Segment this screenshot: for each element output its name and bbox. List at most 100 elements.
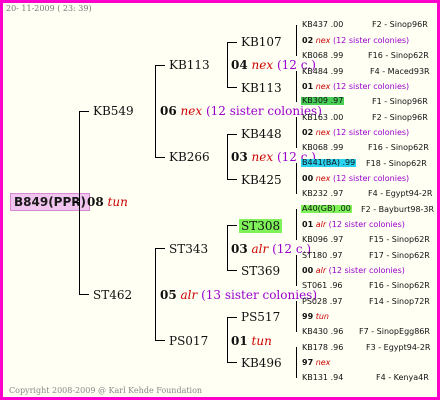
gen4-summary: 97 nex (302, 359, 330, 367)
connector (227, 225, 237, 226)
gen1-node[interactable]: KB549 (93, 105, 134, 117)
gen2-code: alr (251, 242, 269, 256)
gen4-val: .00 (330, 20, 344, 29)
gen4-summary: 02 nex (12 sister colonies) (302, 129, 409, 137)
gen4-note: (12 sister colonies) (332, 82, 410, 91)
gen4-id: KB437 (302, 20, 329, 29)
gen3-node[interactable]: KB425 (241, 174, 282, 186)
connector (227, 134, 237, 135)
connector (227, 42, 237, 43)
gen4-entry[interactable]: KB430 .96 (302, 328, 343, 336)
gen2-node[interactable]: ST343 (169, 243, 208, 255)
gen4-count: 02 (302, 128, 314, 137)
gen4-entry[interactable]: A40(GB) .00 (301, 205, 352, 213)
gen4-code: nex (315, 358, 331, 367)
gen4-val: .97 (330, 189, 344, 198)
gen4-id: KB430 (302, 327, 329, 336)
connector (227, 134, 228, 180)
gen4-code: alr (315, 266, 327, 275)
gen4-entry[interactable]: ST180 .97 (302, 252, 343, 260)
gen4-loc: F15 - Sinop62R (369, 235, 430, 244)
gen3-node[interactable]: KB448 (241, 128, 282, 140)
gen2-node[interactable]: PS017 (169, 335, 208, 347)
connector (227, 362, 237, 363)
gen4-loc: F4 - Maced93R (370, 67, 430, 76)
gen2-code: tun (251, 334, 272, 348)
gen4-val: .96 (330, 343, 344, 352)
connector (296, 209, 297, 240)
gen4-loc: F16 - Sinop62R (369, 281, 430, 290)
gen1-note: (13 sister colonies) (201, 288, 318, 302)
gen3-node[interactable]: KB107 (241, 36, 282, 48)
gen4-val: .96 (329, 281, 343, 290)
gen4-id: KB131 (302, 373, 329, 382)
gen4-entry[interactable]: PS028 .97 (302, 298, 342, 306)
root-count: 08 (87, 195, 104, 209)
gen4-entry[interactable]: KB068 .99 (302, 144, 343, 152)
gen4-loc: F3 - Egypt94-2R (366, 343, 431, 352)
gen4-loc: F16 - Sinop62R (368, 51, 429, 60)
gen4-entry[interactable]: KB437 .00 (302, 21, 343, 29)
gen4-entry[interactable]: KB309 .97 (301, 97, 345, 105)
gen2-node[interactable]: KB266 (169, 151, 210, 163)
gen3-node[interactable]: KB496 (241, 357, 282, 369)
gen4-val: .96 (330, 327, 344, 336)
connector (296, 347, 297, 378)
gen4-entry[interactable]: KB096 .97 (302, 236, 343, 244)
gen4-entry[interactable]: B441(BA) .99 (301, 158, 357, 167)
connector (155, 248, 165, 249)
gen3-node[interactable]: PS517 (241, 311, 280, 323)
connector (296, 301, 297, 332)
connector (296, 255, 297, 286)
gen4-id: PS028 (302, 297, 328, 306)
gen4-note: (12 sister colonies) (332, 128, 410, 137)
gen4-id: KB068 (302, 51, 329, 60)
gen1-count: 05 (160, 288, 177, 302)
gen1-code: nex (180, 104, 203, 118)
gen1-stats: 05 alr (13 sister colonies) (160, 289, 317, 301)
gen4-loc: F4 - Egypt94-2R (368, 189, 433, 198)
connector (79, 111, 80, 295)
gen4-loc: F14 - Sinop72R (369, 297, 430, 306)
connector (73, 202, 80, 203)
connector (296, 71, 297, 102)
gen2-count: 04 (231, 58, 248, 72)
gen4-loc: F16 - Sinop62R (368, 143, 429, 152)
gen4-entry[interactable]: KB484 .99 (302, 68, 343, 76)
gen4-id: KB484 (302, 67, 329, 76)
gen2-count: 03 (231, 150, 248, 164)
gen4-entry[interactable]: ST061 .96 (302, 282, 343, 290)
gen4-id: ST180 (302, 251, 328, 260)
gen4-code: nex (315, 128, 331, 137)
gen2-node[interactable]: KB113 (169, 59, 210, 71)
gen4-entry[interactable]: KB131 .94 (302, 374, 343, 382)
gen4-id: KB163 (302, 113, 329, 122)
gen4-entry[interactable]: KB068 .99 (302, 52, 343, 60)
gen4-entry[interactable]: KB232 .97 (302, 190, 343, 198)
gen1-stats: 06 nex (12 sister colonies) (160, 105, 322, 117)
gen2-count: 03 (231, 242, 248, 256)
connector (227, 270, 237, 271)
gen4-loc: F18 - Sinop62R (366, 159, 427, 168)
gen4-summary: 01 nex (12 sister colonies) (302, 83, 409, 91)
gen4-count: 01 (302, 220, 314, 229)
gen4-id: KB232 (302, 189, 329, 198)
gen3-node[interactable]: ST369 (241, 265, 280, 277)
gen4-code: tun (315, 312, 329, 321)
gen3-node[interactable]: ST308 (239, 219, 283, 233)
gen4-val: .99 (330, 67, 344, 76)
gen1-node[interactable]: ST462 (93, 289, 132, 301)
gen3-node[interactable]: KB113 (241, 82, 282, 94)
gen4-note: (12 sister colonies) (328, 266, 405, 275)
gen4-code: alr (315, 220, 327, 229)
gen4-val: .00 (330, 113, 344, 122)
gen4-count: 01 (302, 82, 314, 91)
gen4-summary: 99 tun (302, 313, 329, 321)
gen4-val: .99 (342, 158, 356, 167)
gen4-loc: F4 - Kenya4R (376, 373, 429, 382)
gen4-summary: 01 alr (12 sister colonies) (302, 221, 405, 229)
gen4-entry[interactable]: KB178 .96 (302, 344, 343, 352)
gen4-entry[interactable]: KB163 .00 (302, 114, 343, 122)
gen4-loc: F2 - Sinop96R (372, 20, 428, 29)
gen2-stats: 01 tun (231, 335, 272, 347)
